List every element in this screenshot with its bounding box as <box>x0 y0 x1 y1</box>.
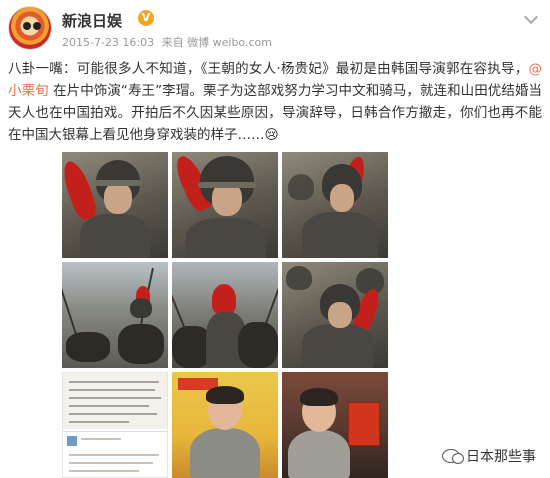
red-plume <box>212 284 236 314</box>
post-text-intro: 八卦一嘴：可能很多人不知道，《王朝的女人·杨贵妃》最初是由韩国导演郭在容执导， <box>8 61 529 77</box>
text-line <box>69 421 129 423</box>
watermark: 日本那些事 <box>442 446 536 466</box>
sweater <box>288 430 350 478</box>
text-line <box>69 389 155 391</box>
armor <box>80 214 150 258</box>
red-plume <box>62 158 100 222</box>
author-name[interactable]: 新浪日娱 <box>62 10 122 31</box>
photo-9[interactable] <box>282 372 388 478</box>
photo-3[interactable] <box>282 152 388 258</box>
text-line <box>69 470 139 472</box>
rider-helmet <box>130 298 152 318</box>
avatar-eye-right <box>33 22 41 30</box>
commenter-avatar <box>67 436 77 446</box>
person-hair <box>300 388 338 406</box>
face <box>104 182 132 214</box>
chevron-down-icon[interactable] <box>523 9 539 25</box>
post-source: 来自 微博 weibo.com <box>161 36 272 49</box>
verified-badge-icon: V <box>138 10 154 26</box>
screenshot-comment-block <box>63 431 167 477</box>
person-hair <box>206 386 244 404</box>
photo-6[interactable] <box>282 262 388 368</box>
photo-2[interactable] <box>172 152 278 258</box>
photo-4[interactable] <box>62 262 168 368</box>
face <box>328 302 352 328</box>
book <box>348 402 380 446</box>
armor <box>302 324 374 368</box>
author-avatar[interactable] <box>8 6 52 50</box>
photo-grid <box>62 152 392 478</box>
photo-8[interactable] <box>172 372 278 478</box>
photo-7-screenshot[interactable] <box>62 372 168 478</box>
post-meta: 2015-7-23 16:03 来自 微博 weibo.com <box>62 34 272 50</box>
text-line <box>81 438 121 440</box>
text-line <box>69 413 157 415</box>
soldier-helmet <box>286 266 312 290</box>
post-date: 2015-7-23 16:03 <box>62 36 155 49</box>
wechat-icon <box>442 449 464 464</box>
crying-emoji-icon: 😢 <box>264 127 279 143</box>
post-header: 新浪日娱 V 2015-7-23 16:03 来自 微博 weibo.com <box>8 6 542 56</box>
helmet-rim <box>94 180 142 186</box>
watermark-text: 日本那些事 <box>466 449 536 465</box>
text-line <box>69 454 159 456</box>
photo-1[interactable] <box>62 152 168 258</box>
text-line <box>69 405 149 407</box>
horse <box>66 332 110 362</box>
horse <box>118 324 164 364</box>
face <box>330 184 354 212</box>
text-line <box>69 462 153 464</box>
post-text: 八卦一嘴：可能很多人不知道，《王朝的女人·杨贵妃》最初是由韩国导演郭在容执导，@… <box>8 58 542 146</box>
soldier-helmet <box>288 174 314 200</box>
photo-5[interactable] <box>172 262 278 368</box>
avatar-eye-left <box>23 22 31 30</box>
helmet-rim <box>198 182 256 188</box>
armor <box>186 218 266 258</box>
horse <box>238 322 278 368</box>
sweater <box>190 428 260 478</box>
armor <box>302 212 378 258</box>
text-line <box>69 397 161 399</box>
text-line <box>69 381 159 383</box>
screenshot-text-block <box>63 373 167 429</box>
